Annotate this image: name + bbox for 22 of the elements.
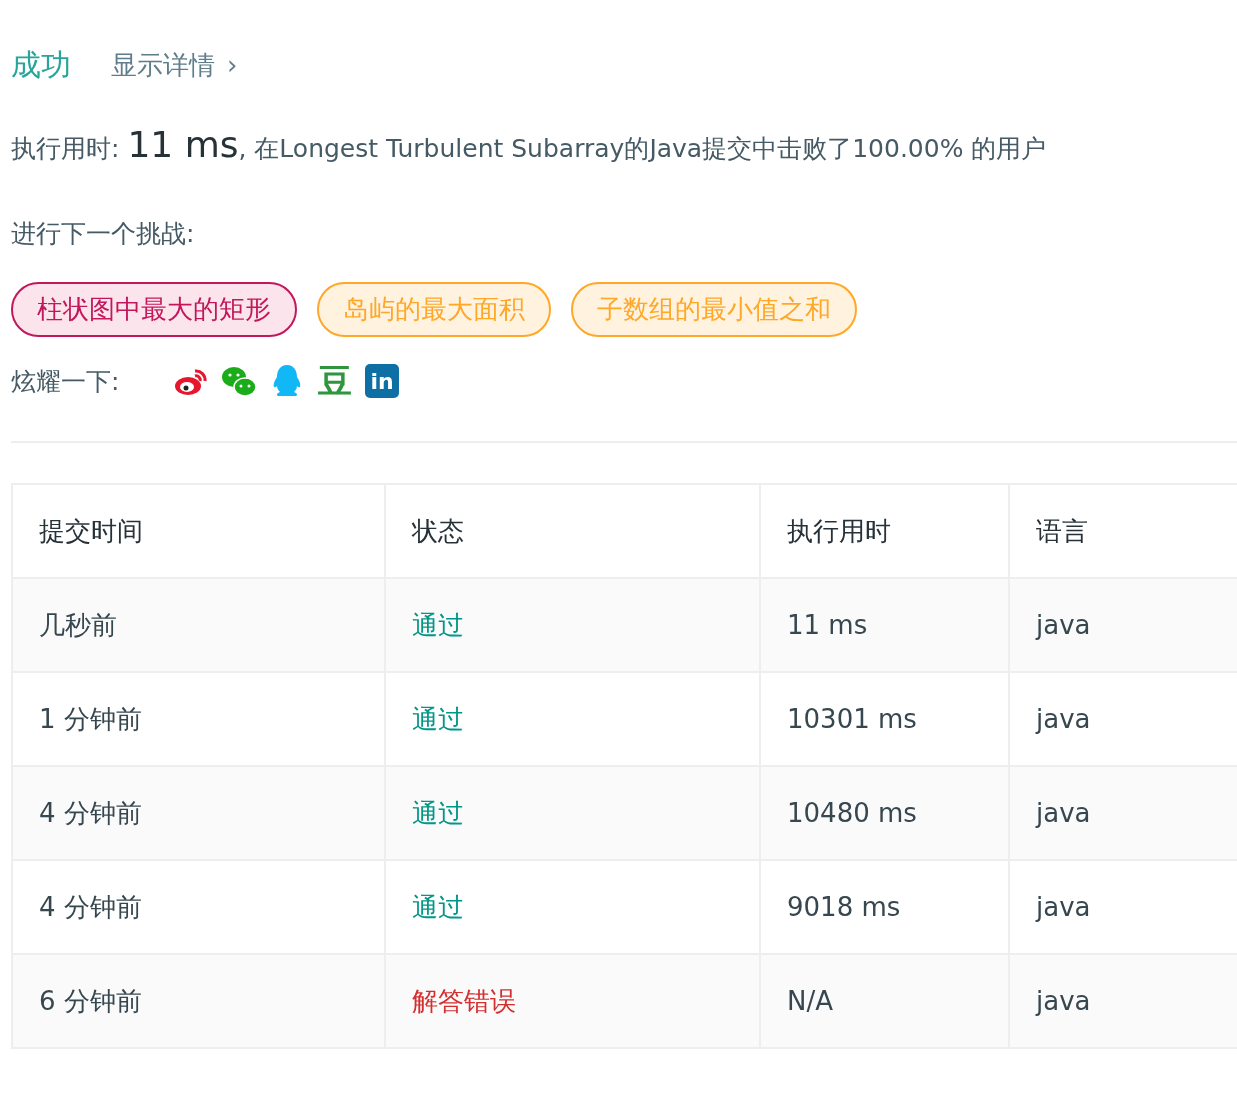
table-cell: 4 分钟前 [12, 766, 385, 860]
share-label: 炫耀一下: [11, 365, 121, 398]
result-status: 成功 [11, 45, 71, 84]
show-details-link[interactable]: 显示详情 › [111, 47, 238, 83]
status-cell[interactable]: 解答错误 [385, 954, 760, 1048]
table-cell: 10480 ms [760, 766, 1009, 860]
table-cell: java [1009, 578, 1237, 672]
table-cell: java [1009, 954, 1237, 1048]
next-challenge-label: 进行下一个挑战: [11, 218, 196, 250]
column-header: 状态 [385, 484, 760, 578]
challenge-tag[interactable]: 柱状图中最大的矩形 [11, 282, 297, 337]
table-cell: 11 ms [760, 578, 1009, 672]
status-cell[interactable]: 通过 [385, 766, 760, 860]
douban-icon[interactable]: 豆 [317, 363, 353, 399]
runtime-summary: 执行用时: 11 ms, 在Longest Turbulent Subarray的Java提交中击败了100.00% 的用户 [11, 124, 1048, 165]
table-cell: java [1009, 766, 1237, 860]
linkedin-icon[interactable]: in [365, 364, 399, 398]
column-header: 提交时间 [12, 484, 385, 578]
table-cell: 6 分钟前 [12, 954, 385, 1048]
status-cell[interactable]: 通过 [385, 578, 760, 672]
table-cell: 几秒前 [12, 578, 385, 672]
table-cell: N/A [760, 954, 1009, 1048]
